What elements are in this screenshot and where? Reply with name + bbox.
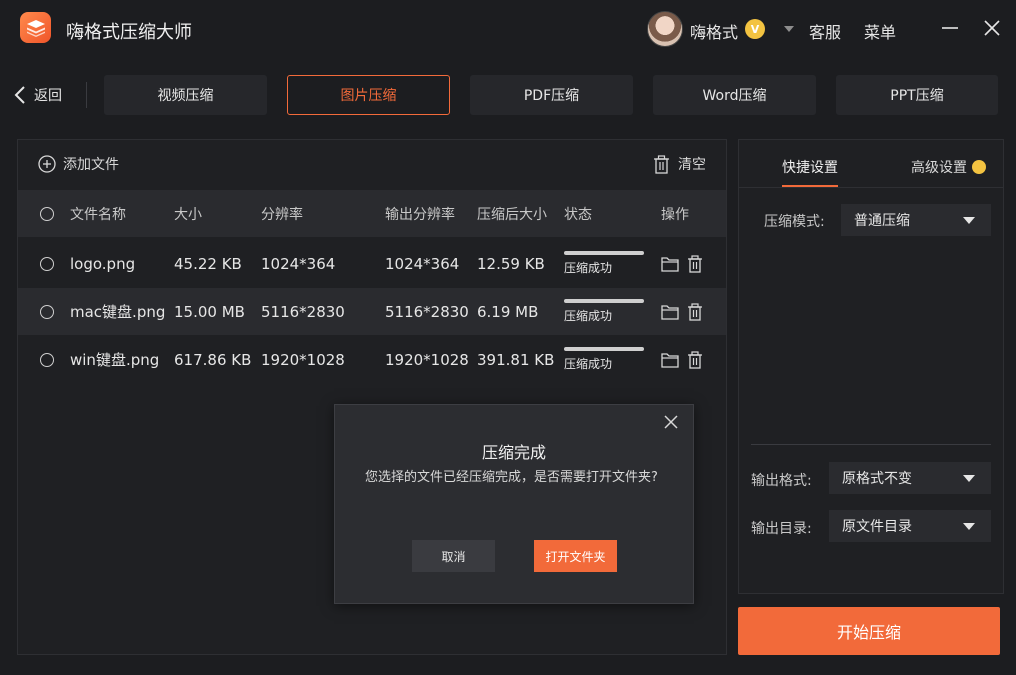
- dialog-close-icon[interactable]: [663, 414, 679, 430]
- advanced-settings-label: 高级设置: [911, 160, 967, 176]
- open-folder-button[interactable]: 打开文件夹: [534, 540, 617, 572]
- compression-mode-select[interactable]: 普通压缩: [841, 204, 991, 236]
- chevron-left-icon: [14, 86, 25, 104]
- file-size: 15.00 MB: [174, 302, 245, 321]
- clear-button[interactable]: 清空: [653, 154, 706, 174]
- tab-image-compress[interactable]: 图片压缩: [287, 75, 450, 115]
- file-name: win键盘.png: [70, 351, 160, 369]
- delete-icon[interactable]: [687, 254, 703, 273]
- tab-advanced-settings[interactable]: 高级设置: [911, 157, 986, 177]
- add-circle-icon: [38, 155, 56, 173]
- output-format-select[interactable]: 原格式不变: [829, 462, 991, 494]
- chevron-down-icon: [963, 523, 975, 530]
- row-select-radio[interactable]: [40, 304, 54, 319]
- header-compressed-size[interactable]: 压缩后大小: [477, 190, 547, 237]
- table-row[interactable]: logo.png 45.22 KB 1024*364 1024*364 12.5…: [18, 240, 726, 287]
- customer-service-button[interactable]: 客服: [809, 19, 841, 43]
- file-size: 617.86 KB: [174, 350, 252, 369]
- compressed-size: 391.81 KB: [477, 350, 555, 369]
- header-status: 状态: [564, 206, 592, 223]
- file-name: logo.png: [70, 254, 136, 273]
- settings-panel: 快捷设置 高级设置 压缩模式: 普通压缩 输出格式: 原格式不变 输出目录: 原…: [738, 139, 1004, 594]
- user-name[interactable]: 嗨格式: [690, 19, 738, 43]
- table-row[interactable]: win键盘.png 617.86 KB 1920*1028 1920*1028 …: [18, 336, 726, 383]
- dialog-message: 您选择的文件已经压缩完成，是否需要打开文件夹?: [365, 470, 658, 485]
- header-size[interactable]: 大小: [174, 190, 202, 237]
- file-resolution: 1024*364: [261, 254, 336, 273]
- table-row[interactable]: mac键盘.png 15.00 MB 5116*2830 5116*2830 6…: [18, 288, 726, 335]
- nav-divider: [86, 82, 87, 108]
- dialog-cancel-button[interactable]: 取消: [412, 540, 495, 572]
- clear-label: 清空: [678, 157, 706, 173]
- status-text: 压缩成功: [564, 261, 613, 275]
- output-directory-label: 输出目录:: [751, 521, 812, 537]
- minimize-icon: [942, 27, 958, 29]
- compressed-size: 6.19 MB: [477, 302, 539, 321]
- header-output-resolution[interactable]: 输出分辨率: [385, 190, 455, 237]
- settings-tab-separator: [739, 187, 1003, 188]
- file-name: mac键盘.png: [70, 303, 166, 321]
- select-all-radio[interactable]: [40, 206, 54, 221]
- status-text: 压缩成功: [564, 357, 613, 371]
- status-progress-bar: [564, 251, 644, 255]
- tab-quick-settings[interactable]: 快捷设置: [782, 157, 838, 177]
- open-folder-icon[interactable]: [661, 304, 679, 320]
- chevron-down-icon: [963, 475, 975, 482]
- tab-ppt-compress[interactable]: PPT压缩: [836, 75, 998, 115]
- app-title: 嗨格式压缩大师: [66, 22, 192, 43]
- file-resolution: 1920*1028: [261, 350, 345, 369]
- compression-complete-dialog: 压缩完成 您选择的文件已经压缩完成，是否需要打开文件夹? 取消 打开文件夹: [334, 404, 694, 604]
- tab-pdf-compress[interactable]: PDF压缩: [470, 75, 633, 115]
- minimize-button[interactable]: [938, 16, 962, 40]
- settings-divider: [751, 444, 991, 445]
- back-label: 返回: [34, 88, 62, 104]
- output-resolution: 5116*2830: [385, 302, 469, 321]
- output-format-label: 输出格式:: [751, 473, 812, 489]
- table-header: 文件名称 大小 分辨率 输出分辨率 压缩后大小 状态 操作: [18, 190, 726, 237]
- header-resolution[interactable]: 分辨率: [261, 190, 303, 237]
- dialog-title: 压缩完成: [481, 443, 546, 462]
- add-file-button[interactable]: 添加文件: [38, 154, 119, 174]
- open-folder-icon[interactable]: [661, 256, 679, 272]
- tab-video-compress[interactable]: 视频压缩: [104, 75, 267, 115]
- user-dropdown-icon[interactable]: [784, 26, 794, 32]
- header-file-name[interactable]: 文件名称: [70, 190, 126, 237]
- chevron-down-icon: [963, 217, 975, 224]
- menu-button[interactable]: 菜单: [864, 19, 896, 43]
- tab-word-compress[interactable]: Word压缩: [653, 75, 816, 115]
- status-progress-bar: [564, 299, 644, 303]
- output-resolution: 1920*1028: [385, 350, 469, 369]
- file-size: 45.22 KB: [174, 254, 242, 273]
- vip-crown-icon: [972, 160, 986, 174]
- vip-badge-label: V: [750, 22, 760, 36]
- output-format-value: 原格式不变: [842, 471, 912, 487]
- user-avatar[interactable]: [647, 11, 683, 47]
- app-logo-icon: [20, 12, 51, 43]
- compressed-size: 12.59 KB: [477, 254, 545, 273]
- add-file-label: 添加文件: [63, 157, 119, 173]
- row-select-radio[interactable]: [40, 352, 54, 367]
- close-window-button[interactable]: [980, 16, 1004, 40]
- start-compress-button[interactable]: 开始压缩: [738, 607, 1000, 655]
- status-text: 压缩成功: [564, 309, 613, 323]
- title-bar: 嗨格式压缩大师 嗨格式 V 客服 菜单: [0, 0, 1016, 58]
- compression-mode-label: 压缩模式:: [764, 214, 825, 230]
- open-folder-icon[interactable]: [661, 352, 679, 368]
- file-toolbar: 添加文件 清空: [18, 140, 726, 190]
- header-actions: 操作: [661, 206, 689, 223]
- status-progress-bar: [564, 347, 644, 351]
- output-resolution: 1024*364: [385, 254, 460, 273]
- delete-icon[interactable]: [687, 302, 703, 321]
- file-resolution: 5116*2830: [261, 302, 345, 321]
- output-directory-select[interactable]: 原文件目录: [829, 510, 991, 542]
- delete-icon[interactable]: [687, 350, 703, 369]
- vip-badge-icon: V: [745, 19, 765, 39]
- row-select-radio[interactable]: [40, 256, 54, 271]
- trash-icon: [654, 154, 669, 174]
- compression-mode-value: 普通压缩: [854, 213, 910, 229]
- close-icon: [984, 20, 1000, 36]
- back-button[interactable]: 返回: [14, 82, 62, 108]
- output-directory-value: 原文件目录: [842, 519, 912, 535]
